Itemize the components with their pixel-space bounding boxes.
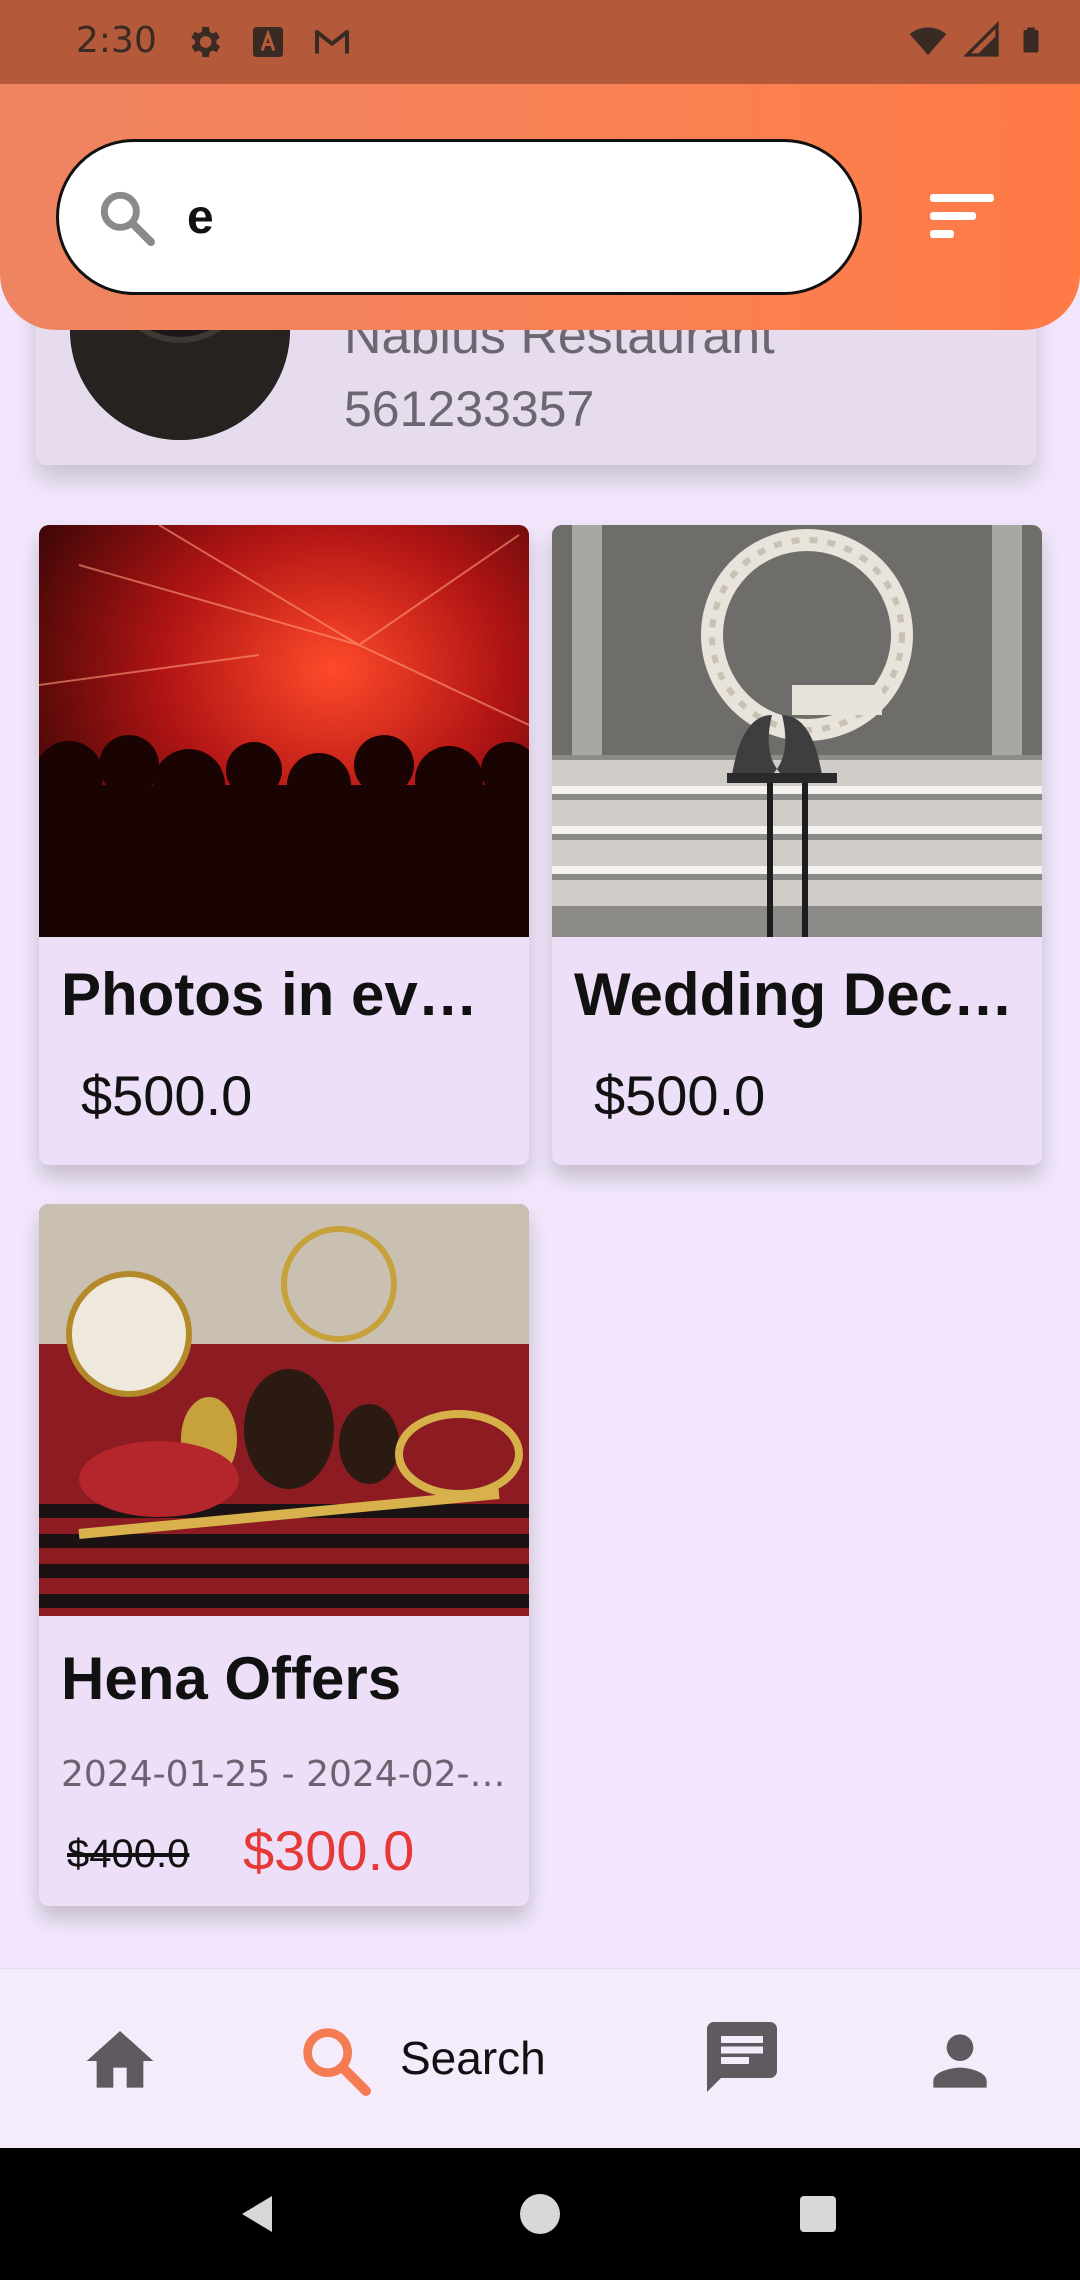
nav-home[interactable] bbox=[80, 2021, 160, 2101]
product-title: Photos in even… bbox=[61, 961, 511, 1028]
recents-icon[interactable] bbox=[794, 2190, 842, 2238]
restaurant-phone: 561233357 bbox=[344, 381, 595, 437]
status-bar: 2:30 bbox=[0, 0, 1080, 84]
battery-icon bbox=[1023, 27, 1039, 53]
nav-search-label: Search bbox=[400, 2032, 546, 2084]
sale-price: $300.0 bbox=[243, 1819, 415, 1882]
product-price: $500.0 bbox=[594, 1064, 766, 1127]
search-icon bbox=[303, 2028, 371, 2096]
chat-icon bbox=[707, 2022, 777, 2092]
home-icon bbox=[86, 2031, 154, 2088]
system-navigation-bar bbox=[0, 2148, 1080, 2280]
search-icon bbox=[100, 191, 155, 246]
signal-icon bbox=[962, 20, 999, 57]
person-icon bbox=[933, 2034, 987, 2088]
bottom-navigation: Search bbox=[0, 1968, 1080, 2149]
product-card-photos[interactable]: Photos in even… $500.0 bbox=[39, 525, 529, 1165]
wifi-icon bbox=[909, 27, 947, 55]
search-value: e bbox=[187, 191, 214, 244]
status-time: 2:30 bbox=[76, 20, 157, 61]
nav-chat[interactable] bbox=[700, 2015, 784, 2099]
settings-icon bbox=[191, 27, 220, 57]
status-icons-right bbox=[908, 20, 1046, 60]
product-title: Wedding Deco… bbox=[574, 961, 1024, 1028]
product-card-hena[interactable]: Hena Offers 2024-01-25 - 2024-02-… $400.… bbox=[39, 1204, 529, 1906]
filter-sort-icon[interactable] bbox=[920, 184, 1000, 246]
old-price: $400.0 bbox=[67, 1832, 190, 1876]
text-a-icon bbox=[253, 27, 283, 57]
product-image-concert bbox=[39, 525, 529, 937]
product-card-wedding[interactable]: Wedding Deco… $500.0 bbox=[552, 525, 1042, 1165]
product-image-wedding-decor bbox=[552, 525, 1042, 937]
gmail-icon bbox=[315, 30, 349, 54]
home-circle-icon[interactable] bbox=[516, 2190, 564, 2238]
offer-dates: 2024-01-25 - 2024-02-… bbox=[61, 1754, 506, 1795]
nav-profile[interactable] bbox=[920, 2021, 1000, 2101]
back-icon[interactable] bbox=[234, 2190, 282, 2238]
status-icons-left bbox=[184, 22, 352, 62]
product-image-hena bbox=[39, 1204, 529, 1616]
product-price: $500.0 bbox=[81, 1064, 253, 1127]
product-title: Hena Offers bbox=[61, 1645, 402, 1712]
nav-search[interactable]: Search bbox=[296, 2011, 596, 2111]
app-header: e bbox=[0, 84, 1080, 330]
search-input[interactable]: e bbox=[56, 139, 862, 295]
